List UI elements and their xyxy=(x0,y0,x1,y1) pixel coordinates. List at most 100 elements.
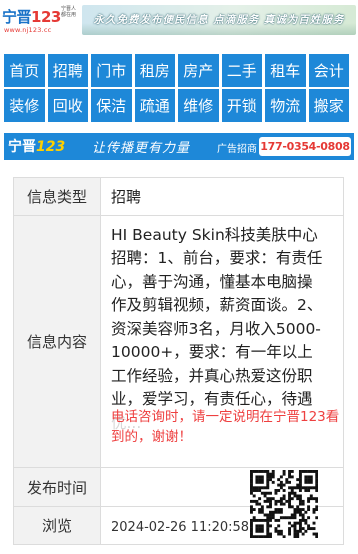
ad-slogan: 让传播更有力量 xyxy=(92,141,191,156)
qr-module xyxy=(250,483,253,487)
qr-module xyxy=(315,470,318,473)
qr-module xyxy=(290,513,294,517)
qr-module xyxy=(271,480,275,484)
qr-module xyxy=(250,508,253,511)
qr-module xyxy=(298,508,302,511)
qr-module xyxy=(255,478,259,482)
qr-module xyxy=(258,508,262,511)
logo-url: www.nj123.cc xyxy=(4,26,52,34)
qr-module xyxy=(263,494,267,498)
qr-module xyxy=(274,529,278,533)
qr-module xyxy=(271,472,275,476)
qr-module xyxy=(288,494,291,498)
qr-module xyxy=(293,508,297,511)
qr-module xyxy=(282,497,286,501)
ad-phone[interactable]: 177-0354-0808 xyxy=(259,137,351,156)
qr-module xyxy=(269,518,272,522)
qr-module xyxy=(307,480,311,484)
slogan-text: 永久免费发布便民信息 点滴服务 真诚为百姓服务 xyxy=(93,14,345,26)
nav-button[interactable]: 搬家 xyxy=(308,89,349,122)
nav-button[interactable]: 装修 xyxy=(4,89,45,122)
qr-module xyxy=(258,497,262,501)
nav-button[interactable]: 租车 xyxy=(265,54,306,87)
qr-module xyxy=(301,513,305,517)
qr-module xyxy=(258,535,262,538)
qr-module xyxy=(298,527,302,531)
table-row: 信息类型 招聘 xyxy=(13,177,344,216)
qr-module xyxy=(312,510,316,514)
qr-module xyxy=(296,508,300,511)
qr-module xyxy=(312,508,316,511)
qr-module xyxy=(298,513,302,517)
qr-module xyxy=(309,494,313,498)
qr-module xyxy=(307,524,311,528)
site-logo[interactable]: 宁晋123 宁晋人 都在用 www.nj123.cc xyxy=(2,4,78,38)
nav-button[interactable]: 首页 xyxy=(4,54,45,87)
qr-module xyxy=(293,513,297,517)
nav-button[interactable]: 开锁 xyxy=(221,89,262,122)
qr-module xyxy=(296,535,300,538)
qr-module xyxy=(296,505,300,509)
qr-module xyxy=(282,470,286,473)
qr-module xyxy=(288,486,291,490)
qr-module xyxy=(298,472,302,476)
qr-module xyxy=(252,535,256,538)
nav-button[interactable]: 维修 xyxy=(178,89,219,122)
qr-module xyxy=(298,497,302,501)
qr-module xyxy=(255,535,259,538)
nav-button[interactable]: 房产 xyxy=(178,54,219,87)
qr-module xyxy=(279,497,283,501)
qr-module xyxy=(263,535,267,538)
qr-module xyxy=(258,502,262,506)
qr-module xyxy=(279,508,283,511)
qr-module xyxy=(290,475,294,479)
nav-button[interactable]: 招聘 xyxy=(47,54,88,87)
qr-module xyxy=(285,516,289,520)
qr-module xyxy=(309,478,313,482)
qr-module xyxy=(260,508,264,511)
qr-module xyxy=(285,478,289,482)
qr-module xyxy=(279,529,283,533)
nav-button[interactable]: 二手 xyxy=(221,54,262,87)
qr-module xyxy=(296,494,300,498)
qr-module xyxy=(266,505,270,509)
qr-module xyxy=(296,529,300,533)
qr-module xyxy=(269,535,272,538)
nav-button[interactable]: 回收 xyxy=(47,89,88,122)
qr-module xyxy=(250,480,253,484)
table-row: 信息内容 HI Beauty Skin科技美肤中心招聘：1、前台，要求：有责任心… xyxy=(13,215,344,468)
qr-module xyxy=(298,475,302,479)
qr-module xyxy=(277,532,281,536)
nav-button[interactable]: 会计 xyxy=(308,54,349,87)
qr-module xyxy=(293,491,297,495)
qr-module xyxy=(290,497,294,501)
nav-button[interactable]: 租房 xyxy=(134,54,175,87)
qr-module xyxy=(266,499,270,503)
nav-button[interactable]: 物流 xyxy=(265,89,306,122)
qr-module xyxy=(266,532,270,536)
qr-module xyxy=(250,529,253,533)
nav-button[interactable]: 门市 xyxy=(91,54,132,87)
qr-module xyxy=(250,532,253,536)
qr-module xyxy=(282,535,286,538)
qr-module xyxy=(260,505,264,509)
qr-module xyxy=(298,494,302,498)
qr-module xyxy=(252,508,256,511)
qr-module xyxy=(293,521,297,525)
qr-module xyxy=(269,497,272,501)
nav-button[interactable]: 疏通 xyxy=(134,89,175,122)
nav-button[interactable]: 保洁 xyxy=(91,89,132,122)
qr-module xyxy=(309,497,313,501)
qr-module xyxy=(255,529,259,533)
nav-row-1: 首页 招聘 门市 租房 房产 二手 租车 会计 xyxy=(0,54,358,87)
qr-module xyxy=(260,529,264,533)
qr-module xyxy=(298,510,302,514)
qr-module xyxy=(288,497,291,501)
qr-module xyxy=(252,516,256,520)
nav-row-2: 装修 回收 保洁 疏通 维修 开锁 物流 搬家 xyxy=(0,89,358,122)
qr-module xyxy=(307,489,311,492)
ad-banner[interactable]: 宁晋123 让传播更有力量 广告招商 177-0354-0808 xyxy=(4,133,354,160)
qr-module xyxy=(307,508,311,511)
qr-module xyxy=(304,521,308,525)
content-box: HI Beauty Skin科技美肤中心招聘：1、前台，要求：有责任心，善于沟通… xyxy=(111,217,343,467)
